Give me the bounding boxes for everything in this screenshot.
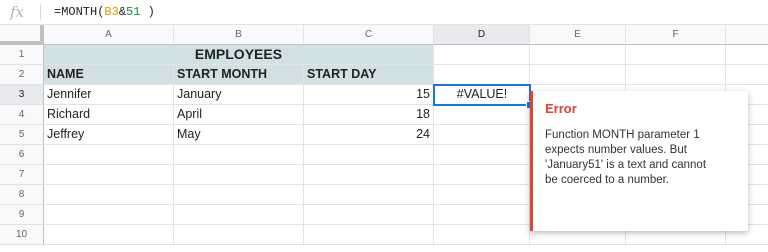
empty-cell[interactable] [174, 185, 304, 205]
empty-cell[interactable] [530, 65, 626, 85]
formula-prefix: =MONTH( [54, 5, 105, 19]
formula-cell-ref: B3 [104, 5, 119, 19]
cell-d3-active[interactable]: #VALUE! [433, 84, 531, 106]
cell-c2-header-start-day[interactable]: START DAY [304, 65, 434, 85]
row-header-4[interactable]: 4 [0, 105, 44, 125]
empty-cell[interactable] [174, 165, 304, 185]
empty-cell[interactable] [434, 105, 530, 125]
error-message: Function MONTH parameter 1 expects numbe… [545, 128, 736, 188]
cell-a4[interactable]: Richard [44, 105, 174, 125]
cell-a5[interactable]: Jeffrey [44, 125, 174, 145]
row-header-2[interactable]: 2 [0, 65, 44, 85]
empty-cell[interactable] [304, 225, 434, 245]
empty-cell[interactable] [44, 165, 174, 185]
column-header-c[interactable]: C [304, 25, 434, 45]
empty-cell[interactable] [434, 145, 530, 165]
cell-b5[interactable]: May [174, 125, 304, 145]
empty-cell[interactable] [44, 205, 174, 225]
error-message-line: Function MONTH parameter 1 [545, 129, 700, 141]
empty-cell[interactable] [44, 145, 174, 165]
empty-cell[interactable] [434, 165, 530, 185]
row-header-7[interactable]: 7 [0, 165, 44, 185]
row-header-9[interactable]: 9 [0, 205, 44, 225]
formula-suffix: ) [140, 5, 155, 19]
empty-cell[interactable] [434, 65, 530, 85]
cell-c3[interactable]: 15 [304, 85, 434, 105]
empty-cell[interactable] [304, 185, 434, 205]
empty-cell[interactable] [174, 205, 304, 225]
select-all-corner[interactable] [0, 25, 44, 45]
empty-cell[interactable] [304, 205, 434, 225]
formula-bar: fx =MONTH(B3&51 ) [0, 0, 768, 25]
empty-cell[interactable] [626, 65, 726, 85]
empty-cell[interactable] [626, 45, 726, 65]
formula-operator: & [118, 5, 127, 19]
error-title: Error [545, 101, 577, 116]
cell-a2-header-name[interactable]: NAME [44, 65, 174, 85]
formula-input[interactable]: =MONTH(B3&51 ) [54, 4, 155, 20]
row-header-3[interactable]: 3 [0, 85, 44, 105]
empty-cell[interactable] [44, 225, 174, 245]
empty-cell[interactable] [304, 145, 434, 165]
empty-cell[interactable] [434, 185, 530, 205]
empty-cell[interactable] [530, 45, 626, 65]
column-header-b[interactable]: B [174, 25, 304, 45]
empty-cell[interactable] [44, 185, 174, 205]
error-message-line: be coerced to a number. [545, 174, 670, 186]
empty-cell[interactable] [304, 165, 434, 185]
empty-cell[interactable] [174, 225, 304, 245]
column-header-e[interactable]: E [530, 25, 626, 45]
row-header-5[interactable]: 5 [0, 125, 44, 145]
row-header-6[interactable]: 6 [0, 145, 44, 165]
cell-b4[interactable]: April [174, 105, 304, 125]
empty-cell[interactable] [434, 45, 530, 65]
row-header-8[interactable]: 8 [0, 185, 44, 205]
row-header-1[interactable]: 1 [0, 45, 44, 65]
error-message-line: 'January51' is a text and cannot [545, 159, 707, 171]
column-header-d[interactable]: D [434, 25, 530, 45]
fx-icon: fx [10, 3, 25, 21]
cell-a1-title[interactable]: EMPLOYEES [44, 45, 434, 65]
cell-c5[interactable]: 24 [304, 125, 434, 145]
empty-cell[interactable] [434, 225, 530, 245]
error-message-line: expects number values. But [545, 144, 687, 156]
empty-cell[interactable] [434, 125, 530, 145]
column-header-g[interactable] [726, 25, 768, 45]
formula-bar-divider [40, 4, 41, 20]
row-header-10[interactable]: 10 [0, 225, 44, 245]
cell-c4[interactable]: 18 [304, 105, 434, 125]
formula-number: 51 [126, 5, 141, 19]
cell-b2-header-start-month[interactable]: START MONTH [174, 65, 304, 85]
empty-cell[interactable] [726, 65, 768, 85]
column-header-f[interactable]: F [626, 25, 726, 45]
error-tooltip: Error Function MONTH parameter 1 expects… [530, 91, 748, 231]
empty-cell[interactable] [434, 205, 530, 225]
empty-cell[interactable] [726, 45, 768, 65]
column-header-a[interactable]: A [44, 25, 174, 45]
empty-cell[interactable] [174, 145, 304, 165]
cell-a3[interactable]: Jennifer [44, 85, 174, 105]
cell-b3[interactable]: January [174, 85, 304, 105]
